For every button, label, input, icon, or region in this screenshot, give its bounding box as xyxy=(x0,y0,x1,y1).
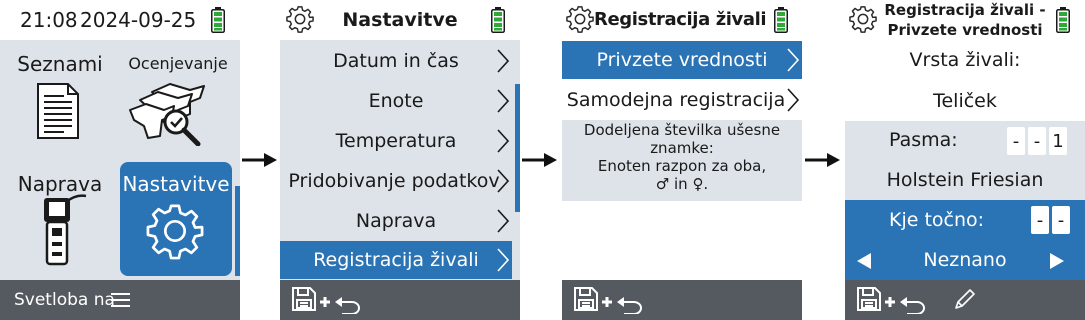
breed-label: Pasma: xyxy=(889,129,958,151)
page-title: Registracija živali xyxy=(594,9,767,30)
tile-lists[interactable]: Seznami xyxy=(4,44,116,156)
chevron-right-icon xyxy=(496,169,510,193)
animal-type-label: Vrsta živali: xyxy=(909,49,1021,71)
tile-lists-label: Seznami xyxy=(17,52,103,76)
gear-icon xyxy=(146,204,204,260)
breed-digit[interactable]: - xyxy=(1028,127,1046,155)
info-box: Dodeljena številka ušesne znamke: Enoten… xyxy=(562,120,802,201)
chevron-right-icon xyxy=(496,49,510,73)
backlight-label: Svetloba na xyxy=(14,290,115,310)
menu-item-temperature[interactable]: Temperatura xyxy=(280,122,512,160)
exact-digit[interactable]: - xyxy=(1052,206,1070,234)
menu-item-label: Enote xyxy=(368,90,424,112)
home-screen: 21:08 2024-09-25 Seznami Ocenjevanje Nap… xyxy=(0,0,240,320)
tile-settings-label: Nastavitve xyxy=(122,172,230,196)
menu-item-label: Registracija živali xyxy=(313,249,479,271)
settings-screen: Nastavitve Datum in čas Enote Temperatur… xyxy=(280,0,520,320)
info-line: ♂ in ♀. xyxy=(655,175,709,193)
save-and-back-icon[interactable] xyxy=(855,284,935,314)
clock-date: 2024-09-25 xyxy=(80,8,197,32)
chevron-right-icon xyxy=(786,48,800,72)
exact-location-section: Kje točno: - - Neznano xyxy=(845,200,1085,280)
chevron-right-icon xyxy=(786,88,800,112)
menu-item-data-acquisition[interactable]: Pridobivanje podatkov xyxy=(280,162,512,200)
animal-type-value[interactable]: Teliček xyxy=(845,90,1085,112)
document-icon xyxy=(37,83,79,139)
footer-bar xyxy=(562,280,802,320)
tile-evaluation-label: Ocenjevanje xyxy=(128,54,228,73)
scrollbar[interactable] xyxy=(235,186,240,276)
menu-item-animal-registration[interactable]: Registracija živali xyxy=(280,241,512,279)
exact-location-label: Kje točno: xyxy=(889,209,985,231)
battery-full-icon xyxy=(774,7,788,33)
exact-digit[interactable]: - xyxy=(1031,206,1049,234)
header: Nastavitve xyxy=(280,0,520,40)
cattle-search-icon xyxy=(129,83,205,146)
gear-icon xyxy=(849,5,877,33)
menu-item-label: Pridobivanje podatkov xyxy=(288,170,500,192)
chevron-right-icon xyxy=(496,209,510,233)
menu-item-label: Datum in čas xyxy=(333,50,459,72)
flow-arrow-icon xyxy=(522,150,558,170)
chevron-right-icon xyxy=(496,248,510,272)
menu-item-units[interactable]: Enote xyxy=(280,82,512,120)
pencil-icon[interactable] xyxy=(952,288,976,312)
gear-icon xyxy=(566,5,594,33)
menu-item-label: Samodejna registracija xyxy=(566,89,786,111)
header: Registracija živali xyxy=(562,0,802,40)
menu-item-auto-registration[interactable]: Samodejna registracija xyxy=(562,81,802,119)
tile-settings[interactable]: Nastavitve xyxy=(120,162,232,276)
menu-list: Datum in čas Enote Temperatura Pridobiva… xyxy=(280,40,520,280)
tile-device[interactable]: Naprava xyxy=(4,162,116,276)
menu-item-date-time[interactable]: Datum in čas xyxy=(280,42,512,80)
battery-full-icon xyxy=(1056,7,1070,33)
default-values-screen: Registracija živali - Privzete vrednosti… xyxy=(845,0,1085,320)
flow-arrow-icon xyxy=(805,150,841,170)
breed-digit[interactable]: 1 xyxy=(1049,127,1067,155)
flow-arrow-icon xyxy=(242,150,278,170)
tile-evaluation[interactable]: Ocenjevanje xyxy=(120,44,236,156)
breed-value: Holstein Friesian xyxy=(886,169,1044,191)
scrollbar[interactable] xyxy=(515,84,520,212)
footer-bar xyxy=(280,280,520,320)
menu-item-label: Naprava xyxy=(355,210,437,232)
chevron-right-icon xyxy=(496,129,510,153)
info-line: Dodeljena številka ušesne xyxy=(583,121,781,139)
arrow-right-icon[interactable] xyxy=(1048,252,1066,270)
page-subtitle: Privzete vrednosti xyxy=(887,21,1043,39)
page-title: Registracija živali - xyxy=(884,1,1046,19)
page-title: Nastavitve xyxy=(342,9,458,31)
clock-time: 21:08 xyxy=(20,8,78,32)
save-and-back-icon[interactable] xyxy=(290,284,370,314)
breed-section: Pasma: - - 1 Holstein Friesian xyxy=(845,121,1085,200)
info-line: znamke: xyxy=(650,139,714,157)
menu-item-label: Privzete vrednosti xyxy=(596,49,768,71)
header: Registracija živali - Privzete vrednosti xyxy=(845,0,1085,40)
footer-bar: Svetloba na xyxy=(0,280,240,320)
save-and-back-icon[interactable] xyxy=(572,284,652,314)
battery-full-icon xyxy=(491,7,505,33)
battery-full-icon xyxy=(211,7,225,33)
status-bar: 21:08 2024-09-25 xyxy=(0,0,240,40)
menu-item-default-values[interactable]: Privzete vrednosti xyxy=(562,41,802,79)
menu-item-label: Temperatura xyxy=(335,130,457,152)
probe-device-icon xyxy=(44,194,87,266)
animal-registration-screen: Registracija živali Privzete vrednosti S… xyxy=(562,0,802,320)
hamburger-menu-icon[interactable] xyxy=(111,292,130,308)
chevron-right-icon xyxy=(496,89,510,113)
breed-digit[interactable]: - xyxy=(1007,127,1025,155)
info-line: Enoten razpon za oba, xyxy=(597,157,767,175)
menu-item-device[interactable]: Naprava xyxy=(280,202,512,240)
footer-bar xyxy=(845,280,1085,320)
